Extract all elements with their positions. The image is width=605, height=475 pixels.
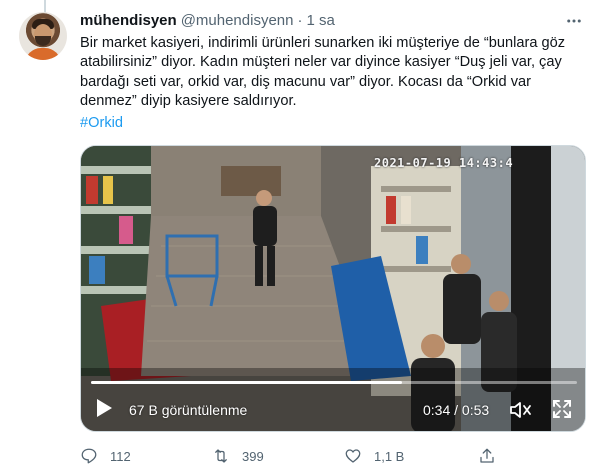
user-handle[interactable]: @muhendisyenn (181, 12, 294, 29)
reply-button[interactable]: 112 (80, 444, 131, 468)
display-name[interactable]: mühendisyen (80, 12, 177, 29)
hashtag-link[interactable]: #Orkid (80, 115, 123, 131)
separator-dot: · (297, 12, 303, 29)
camera-timestamp: 2021-07-19 14:43:4 (374, 156, 514, 170)
reply-icon (81, 448, 97, 464)
like-count: 1,1 B (374, 448, 405, 464)
retweet-icon (215, 449, 227, 463)
heart-icon (345, 449, 361, 463)
video-progress-fill (91, 381, 403, 384)
tweet-actions: 112 399 1,1 B (80, 444, 590, 468)
tweet-text-line: bardağı seti var, orkid var, diş macunu … (80, 73, 531, 90)
retweet-button[interactable]: 399 (212, 444, 264, 468)
tweet-header: mühendisyen @muhendisyenn · 1 sa (80, 12, 335, 32)
play-icon[interactable] (95, 398, 117, 420)
tweet-time[interactable]: 1 sa (306, 12, 334, 29)
video-player[interactable]: 2021-07-19 14:43:4 67 B görüntülenme 0:3… (80, 145, 586, 432)
video-time: 0:34 / 0:53 (423, 402, 490, 418)
retweet-count: 399 (242, 448, 264, 464)
video-frame (81, 146, 585, 431)
tweet-text-line: Bir market kasiyeri, indirimli ürünleri … (80, 35, 566, 51)
view-count: 67 B görüntülenme (129, 402, 248, 418)
share-button[interactable] (478, 444, 496, 468)
avatar[interactable] (19, 12, 67, 60)
fullscreen-icon[interactable] (551, 398, 573, 420)
tweet-text: Bir market kasiyeri, indirimli ürünleri … (80, 34, 590, 111)
share-icon (480, 448, 494, 463)
tweet-text-line: denmez” diyip kasiyere saldırıyor. (80, 92, 297, 109)
more-horizontal-icon[interactable] (563, 10, 585, 32)
avatar-beard (35, 36, 51, 46)
video-progress-bar[interactable] (91, 381, 577, 384)
like-button[interactable]: 1,1 B (344, 444, 404, 468)
tweet-text-line: atabilirsiniz” diyor. Kadın müşteri nele… (80, 54, 562, 71)
volume-icon[interactable] (509, 399, 533, 421)
avatar-shirt (25, 48, 61, 60)
reply-count: 112 (110, 448, 131, 464)
